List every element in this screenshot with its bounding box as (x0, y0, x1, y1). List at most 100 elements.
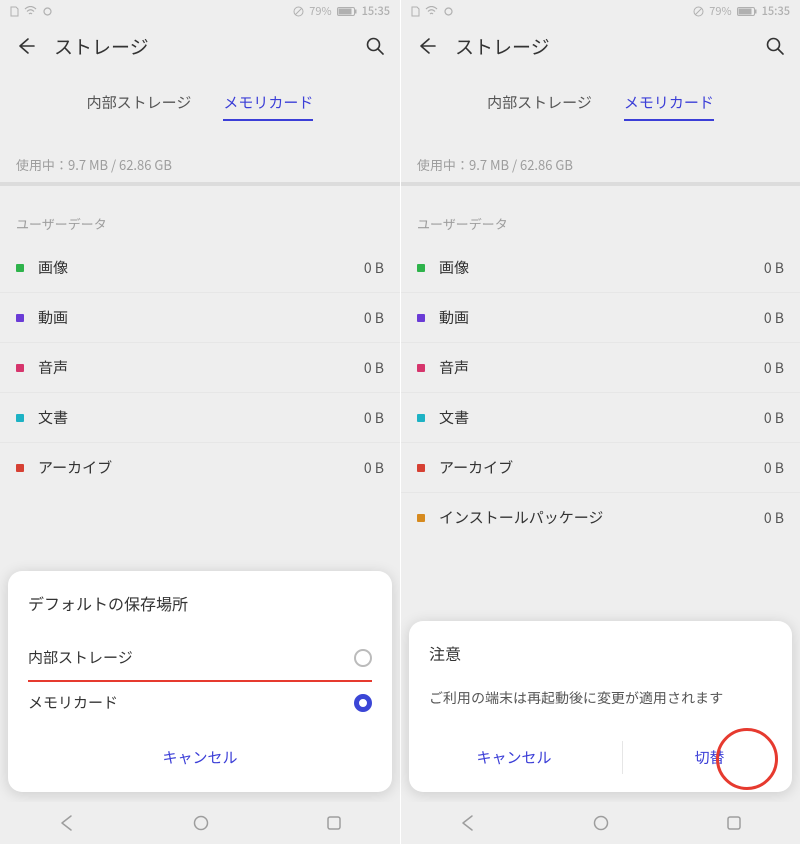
row-size: 0 B (364, 458, 384, 478)
usage-prefix: 使用中： (16, 155, 68, 174)
option-memory-card[interactable]: メモリカード (28, 682, 372, 725)
section-user-data: ユーザーデータ (0, 200, 400, 243)
row-doc[interactable]: 文書 0 B (401, 393, 800, 443)
color-swatch-archive (16, 464, 24, 472)
sheet-attention: 注意 ご利用の端末は再起動後に変更が適用されます キャンセル 切替 (409, 621, 792, 792)
row-label: 音声 (439, 357, 764, 378)
status-right-icons: 79% 15:35 (293, 3, 390, 19)
row-label: 文書 (439, 407, 764, 428)
usage-bar (0, 182, 400, 186)
switch-button[interactable]: 切替 (670, 741, 748, 774)
tab-memory-card[interactable]: メモリカード (624, 92, 714, 121)
color-swatch-image (16, 264, 24, 272)
usage-total: 62.86 GB (119, 155, 172, 174)
status-bar: 79% 15:35 (401, 0, 800, 22)
color-swatch-video (417, 314, 425, 322)
row-size: 0 B (764, 458, 784, 478)
color-swatch-audio (417, 364, 425, 372)
wifi-icon (24, 6, 37, 16)
app-header: ストレージ (0, 22, 400, 70)
row-label: アーカイブ (439, 457, 764, 478)
row-size: 0 B (764, 408, 784, 428)
color-swatch-doc (16, 414, 24, 422)
option-internal[interactable]: 内部ストレージ (28, 637, 372, 682)
action-divider (622, 741, 623, 774)
sheet-attention-message: ご利用の端末は再起動後に変更が適用されます (429, 687, 772, 711)
row-install-package[interactable]: インストールパッケージ 0 B (401, 493, 800, 542)
search-icon[interactable] (364, 35, 386, 57)
usage-sep: / (509, 155, 520, 174)
sim-icon (10, 5, 19, 17)
tab-memory-card[interactable]: メモリカード (223, 92, 313, 121)
nav-home-icon[interactable] (592, 814, 610, 832)
sheet-default-actions: キャンセル (28, 725, 372, 782)
search-icon[interactable] (764, 35, 786, 57)
status-left-icons (411, 5, 454, 17)
battery-icon (337, 7, 357, 16)
option-internal-label: 内部ストレージ (28, 647, 354, 668)
row-label: 文書 (38, 407, 364, 428)
nav-recent-icon[interactable] (326, 815, 342, 831)
cancel-button[interactable]: キャンセル (452, 741, 575, 774)
clock: 15:35 (362, 3, 390, 19)
radio-unselected-icon[interactable] (354, 649, 372, 667)
tab-internal[interactable]: 内部ストレージ (487, 92, 592, 121)
sync-icon (443, 6, 454, 17)
row-audio[interactable]: 音声 0 B (0, 343, 400, 393)
row-label: 画像 (38, 257, 364, 278)
color-swatch-image (417, 264, 425, 272)
usage-sep: / (108, 155, 119, 174)
screenshot-right: 79% 15:35 ストレージ 内部ストレージ メモリカード 使用中：9.7 M… (400, 0, 800, 844)
row-video[interactable]: 動画 0 B (0, 293, 400, 343)
row-size: 0 B (764, 308, 784, 328)
row-label: 動画 (38, 307, 364, 328)
status-bar: 79% 15:35 (0, 0, 400, 22)
section-user-data: ユーザーデータ (401, 200, 800, 243)
radio-selected-icon[interactable] (354, 694, 372, 712)
color-swatch-archive (417, 464, 425, 472)
row-size: 0 B (764, 358, 784, 378)
do-not-disturb-icon (693, 6, 704, 17)
screenshot-left: 79% 15:35 ストレージ 内部ストレージ メモリカード 使用中：9.7 M… (0, 0, 400, 844)
battery-percent: 79% (709, 3, 731, 19)
sheet-default-title: デフォルトの保存場所 (28, 591, 372, 615)
row-image[interactable]: 画像 0 B (401, 243, 800, 293)
nav-recent-icon[interactable] (726, 815, 742, 831)
battery-icon (737, 7, 757, 16)
row-size: 0 B (364, 308, 384, 328)
storage-tabs: 内部ストレージ メモリカード (401, 70, 800, 133)
nav-back-icon[interactable] (459, 814, 477, 832)
sheet-default-storage: デフォルトの保存場所 内部ストレージ メモリカード キャンセル (8, 571, 392, 792)
status-left-icons (10, 5, 53, 17)
app-header: ストレージ (401, 22, 800, 70)
cancel-button[interactable]: キャンセル (138, 741, 261, 774)
row-image[interactable]: 画像 0 B (0, 243, 400, 293)
row-size: 0 B (364, 358, 384, 378)
color-swatch-video (16, 314, 24, 322)
row-archive[interactable]: アーカイブ 0 B (0, 443, 400, 492)
sheet-attention-title: 注意 (429, 641, 772, 665)
back-arrow-icon[interactable] (415, 35, 437, 57)
usage-used: 9.7 MB (469, 155, 509, 174)
row-size: 0 B (364, 258, 384, 278)
row-audio[interactable]: 音声 0 B (401, 343, 800, 393)
page-title: ストレージ (455, 33, 746, 60)
row-doc[interactable]: 文書 0 B (0, 393, 400, 443)
nav-back-icon[interactable] (58, 814, 76, 832)
clock: 15:35 (762, 3, 790, 19)
nav-home-icon[interactable] (192, 814, 210, 832)
tab-internal[interactable]: 内部ストレージ (87, 92, 192, 121)
storage-tabs: 内部ストレージ メモリカード (0, 70, 400, 133)
back-arrow-icon[interactable] (14, 35, 36, 57)
android-navbar (0, 802, 400, 844)
row-label: アーカイブ (38, 457, 364, 478)
color-swatch-doc (417, 414, 425, 422)
row-size: 0 B (764, 258, 784, 278)
usage-line: 使用中：9.7 MB / 62.86 GB (0, 133, 400, 182)
usage-bar (401, 182, 800, 186)
option-card-label: メモリカード (28, 692, 354, 713)
row-video[interactable]: 動画 0 B (401, 293, 800, 343)
row-archive[interactable]: アーカイブ 0 B (401, 443, 800, 493)
status-right-icons: 79% 15:35 (693, 3, 790, 19)
row-size: 0 B (364, 408, 384, 428)
